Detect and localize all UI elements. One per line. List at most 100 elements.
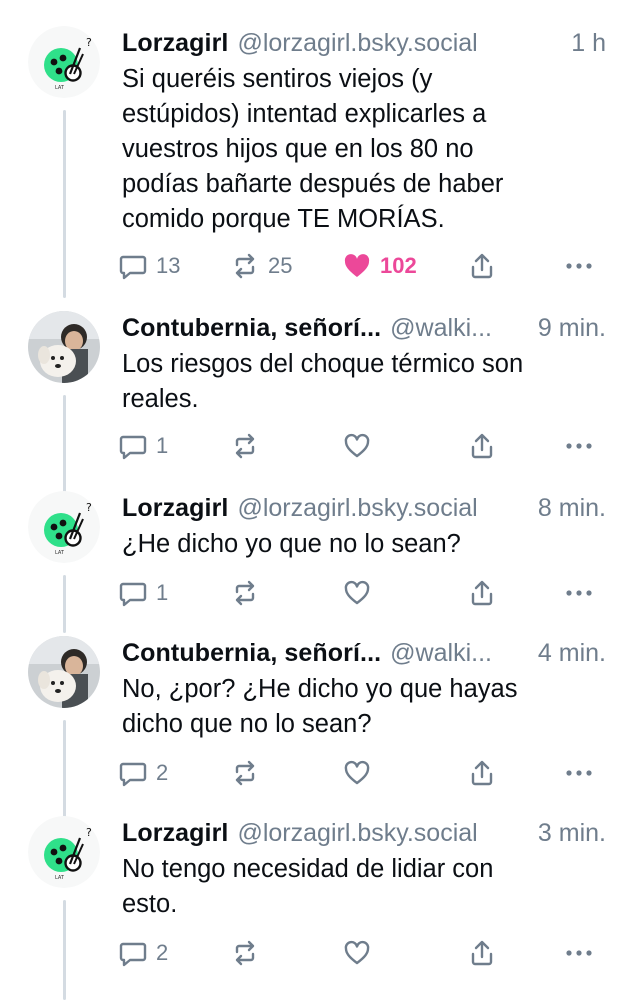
author-name[interactable]: Lorzagirl (122, 29, 228, 58)
repost-button[interactable] (230, 933, 260, 973)
share-button[interactable] (467, 573, 497, 613)
author-handle[interactable]: @lorzagirl.bsky.social (237, 494, 477, 523)
author-handle[interactable]: @lorzagirl.bsky.social (237, 29, 477, 58)
author-handle[interactable]: @walki... (390, 314, 492, 343)
post-timestamp[interactable]: 1 h (571, 29, 606, 58)
repost-arrows-icon (235, 433, 255, 459)
reply-button[interactable]: 2 (118, 933, 168, 973)
ellipsis-icon (566, 443, 592, 449)
repost-button[interactable]: 25 (230, 246, 292, 286)
person-with-dog-avatar (28, 636, 100, 708)
speech-bubble-icon (119, 942, 147, 967)
like-button[interactable] (342, 753, 372, 793)
author-avatar[interactable]: ? LAT (28, 816, 100, 888)
reply-button[interactable]: 1 (118, 573, 168, 613)
author-name[interactable]: Lorzagirl (122, 494, 228, 523)
reply-count: 1 (156, 580, 169, 605)
ellipsis-icon (566, 590, 592, 596)
like-button[interactable] (342, 933, 372, 973)
speech-bubble-icon (119, 762, 147, 787)
post-text: Los riesgos del choque térmico son reale… (122, 350, 524, 413)
ladybug-question-avatar: ? LAT (28, 816, 100, 888)
author-name[interactable]: Contubernia, señorí... (122, 314, 381, 343)
share-button[interactable] (467, 426, 497, 466)
more-options-button[interactable] (564, 426, 594, 466)
post-text: No, ¿por? ¿He dicho yo que hayas dicho q… (122, 675, 518, 738)
reply-button[interactable]: 13 (118, 246, 180, 286)
post-actions: 2 (118, 933, 608, 973)
heart-icon (344, 760, 370, 785)
post-timestamp[interactable]: 8 min. (538, 494, 606, 523)
post-actions: 2 (118, 753, 608, 793)
heart-icon (344, 254, 370, 277)
post-header: Contubernia, señorí... @walki... 9 min. (122, 311, 606, 345)
post-timestamp[interactable]: 4 min. (538, 639, 606, 668)
ellipsis-icon (566, 263, 592, 269)
speech-bubble-icon (119, 255, 147, 280)
thread-line (63, 900, 66, 1000)
post-header: Contubernia, señorí... @walki... 4 min. (122, 636, 606, 670)
heart-icon (344, 433, 370, 458)
share-upload-icon (471, 760, 493, 786)
reply-button[interactable]: 2 (118, 753, 168, 793)
speech-bubble-icon (119, 435, 147, 460)
post-text: Si queréis sentiros viejos (y estúpidos)… (122, 65, 504, 233)
svg-text:?: ? (86, 826, 92, 839)
share-upload-icon (471, 940, 493, 966)
repost-button[interactable] (230, 753, 260, 793)
person-with-dog-avatar (28, 311, 100, 383)
reply-button[interactable]: 1 (118, 426, 168, 466)
svg-text:LAT: LAT (55, 550, 65, 556)
post-timestamp[interactable]: 3 min. (538, 819, 606, 848)
share-button[interactable] (467, 753, 497, 793)
repost-arrows-icon (235, 760, 255, 786)
like-count: 102 (380, 253, 417, 278)
post-timestamp[interactable]: 9 min. (538, 314, 606, 343)
ladybug-question-avatar: ? LAT (28, 26, 100, 98)
svg-text:LAT: LAT (55, 875, 65, 881)
share-upload-icon (471, 580, 493, 606)
heart-icon (344, 580, 370, 605)
repost-button[interactable] (230, 573, 260, 613)
author-avatar[interactable]: ? LAT (28, 491, 100, 563)
share-button[interactable] (467, 246, 497, 286)
ellipsis-icon (566, 950, 592, 956)
author-name[interactable]: Lorzagirl (122, 819, 228, 848)
more-options-button[interactable] (564, 753, 594, 793)
repost-arrows-icon (235, 940, 255, 966)
repost-arrows-icon (235, 580, 255, 606)
ladybug-question-avatar: ? LAT (28, 491, 100, 563)
reply-count: 2 (156, 760, 169, 785)
more-options-button[interactable] (564, 246, 594, 286)
author-avatar[interactable]: ? LAT (28, 26, 100, 98)
share-upload-icon (471, 433, 493, 459)
thread-line (63, 575, 66, 633)
author-handle[interactable]: @walki... (390, 639, 492, 668)
like-button[interactable]: 102 (342, 246, 417, 286)
like-button[interactable] (342, 426, 372, 466)
author-avatar[interactable] (28, 636, 100, 708)
reply-count: 2 (156, 940, 169, 965)
author-handle[interactable]: @lorzagirl.bsky.social (237, 819, 477, 848)
share-upload-icon (471, 253, 493, 279)
reply-count: 13 (156, 253, 181, 278)
post-actions: 1 (118, 573, 608, 613)
post-header: Lorzagirl @lorzagirl.bsky.social 1 h (122, 26, 606, 60)
repost-arrows-icon (235, 253, 255, 279)
post-actions: 1 (118, 426, 608, 466)
post-actions: 13 25 102 (118, 246, 608, 286)
more-options-button[interactable] (564, 573, 594, 613)
author-name[interactable]: Contubernia, señorí... (122, 639, 381, 668)
share-button[interactable] (467, 933, 497, 973)
thread-line (63, 395, 66, 497)
speech-bubble-icon (119, 582, 147, 607)
more-options-button[interactable] (564, 933, 594, 973)
heart-icon (344, 940, 370, 965)
svg-text:?: ? (86, 501, 92, 514)
like-button[interactable] (342, 573, 372, 613)
author-avatar[interactable] (28, 311, 100, 383)
thread-line (63, 110, 66, 298)
post-text: ¿He dicho yo que no lo sean? (122, 530, 461, 558)
repost-button[interactable] (230, 426, 260, 466)
svg-text:LAT: LAT (55, 85, 65, 91)
